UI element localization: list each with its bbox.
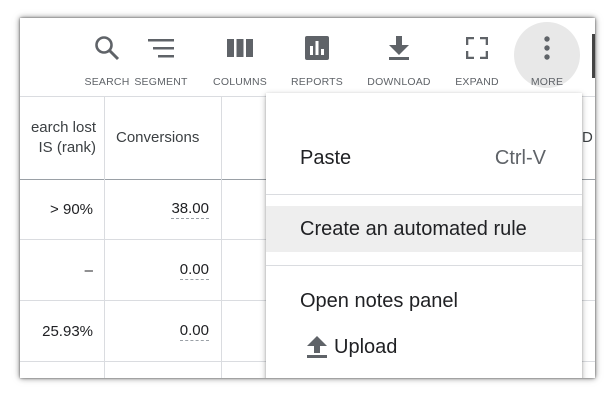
menu-item-upload[interactable]: Upload — [266, 324, 582, 370]
columns-button[interactable]: COLUMNS — [205, 18, 275, 96]
search-icon — [93, 34, 121, 62]
expand-label: EXPAND — [455, 76, 499, 88]
conversions-value[interactable]: 0.00 — [179, 261, 209, 280]
cell-lost-is: – — [84, 261, 93, 279]
segment-label: SEGMENT — [134, 76, 188, 88]
download-label: DOWNLOAD — [367, 76, 431, 88]
menu-item-open-notes-panel[interactable]: Open notes panel — [266, 278, 582, 324]
menu-divider — [266, 194, 582, 195]
more-menu: Paste Ctrl-V Create an automated rule Op… — [266, 93, 582, 378]
upload-label: Upload — [334, 335, 398, 358]
cell-conversions: 38.00 — [106, 179, 209, 239]
screenshot-frame: SEARCH SEGMENT COLUMNS REPORTS DOWNLOAD … — [20, 18, 595, 378]
conversions-value[interactable]: 0.00 — [179, 322, 209, 341]
header-conversions[interactable]: Conversions — [116, 97, 209, 179]
scroll-edge — [592, 34, 595, 78]
create-rule-label: Create an automated rule — [300, 217, 527, 240]
cell-lost-is: 25.93% — [42, 322, 93, 340]
reports-icon — [303, 34, 331, 62]
more-button[interactable]: MORE — [512, 18, 582, 96]
download-button[interactable]: DOWNLOAD — [364, 18, 434, 96]
header-column-d[interactable]: D — [582, 97, 595, 179]
paste-label: Paste — [300, 146, 352, 169]
cell-conversions: 0.00 — [106, 301, 209, 361]
expand-icon — [463, 34, 491, 62]
conversions-value[interactable]: 38.00 — [171, 200, 209, 219]
segment-icon — [147, 34, 175, 62]
menu-item-paste[interactable]: Paste Ctrl-V — [266, 135, 582, 181]
search-label: SEARCH — [84, 76, 130, 88]
toolbar: SEARCH SEGMENT COLUMNS REPORTS DOWNLOAD … — [20, 18, 595, 96]
header-search-lost-is-rank[interactable]: earch lost IS (rank) — [20, 97, 96, 179]
more-vert-icon — [533, 34, 561, 62]
reports-label: REPORTS — [291, 76, 343, 88]
columns-label: COLUMNS — [213, 76, 267, 88]
more-label: MORE — [530, 76, 564, 88]
segment-button[interactable]: SEGMENT — [126, 18, 196, 96]
download-icon — [385, 34, 413, 62]
menu-item-create-automated-rule[interactable]: Create an automated rule — [266, 206, 582, 252]
upload-icon — [306, 335, 328, 359]
cell-conversions: 0.00 — [106, 240, 209, 300]
menu-divider — [266, 265, 582, 266]
expand-button[interactable]: EXPAND — [442, 18, 512, 96]
columns-icon — [226, 34, 254, 62]
open-notes-label: Open notes panel — [300, 289, 458, 312]
reports-button[interactable]: REPORTS — [282, 18, 352, 96]
paste-shortcut: Ctrl-V — [494, 146, 546, 169]
cell-lost-is: > 90% — [50, 200, 93, 218]
